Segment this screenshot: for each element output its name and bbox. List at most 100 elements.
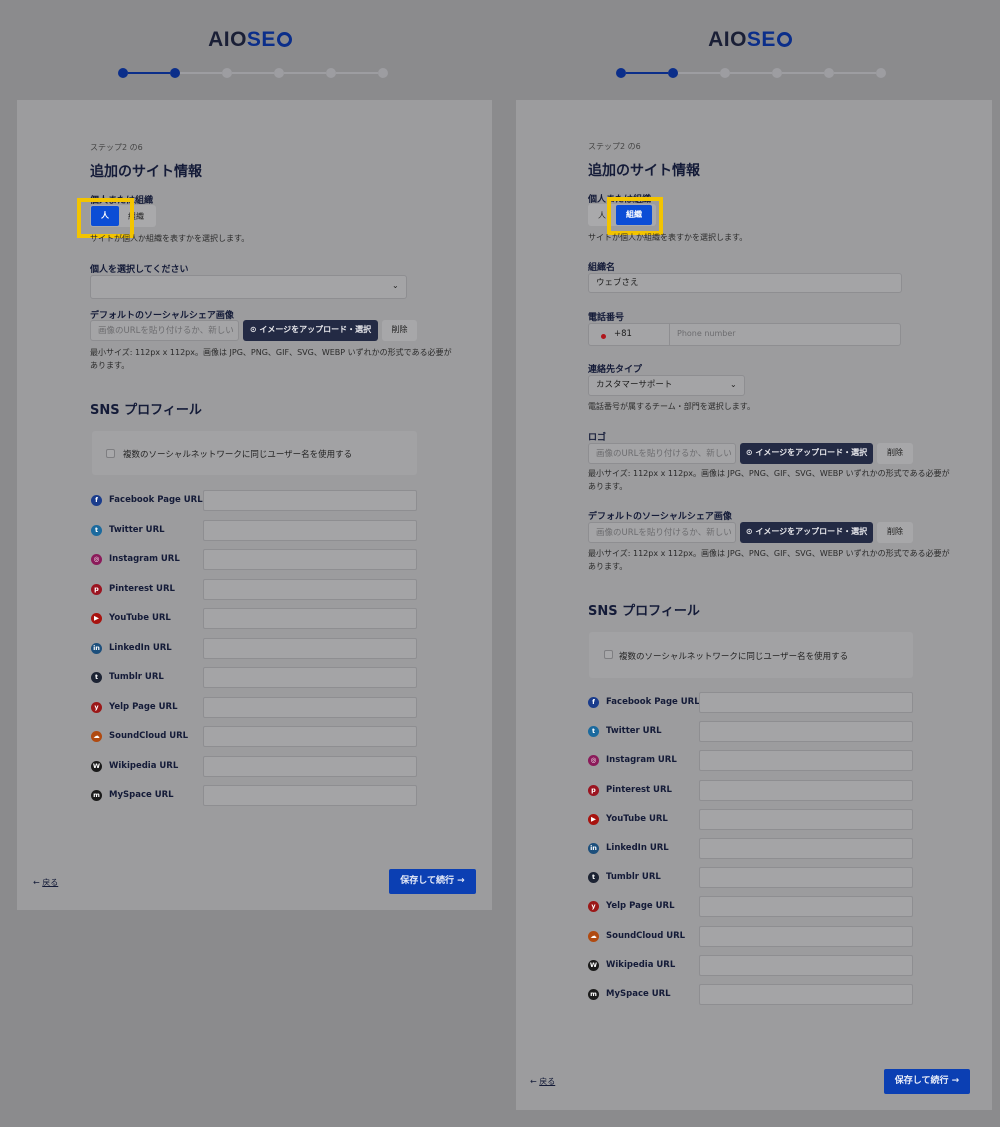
social-row: ◎ Instagram URL [588, 750, 913, 772]
social-url-input[interactable] [203, 490, 417, 511]
instagram-icon: ◎ [91, 554, 102, 565]
social-label: SoundCloud URL [109, 731, 189, 741]
myspace-icon: m [91, 790, 102, 801]
save-continue-button[interactable]: 保存して続行 → [389, 869, 476, 894]
default-social-image-label: デフォルトのソーシャルシェア画像 [588, 512, 732, 522]
upload-logo-button[interactable]: ⊙ イメージをアップロード・選択 [740, 443, 873, 464]
social-label: Tumblr URL [606, 872, 661, 883]
social-url-input[interactable] [203, 785, 417, 806]
delete-logo-button[interactable]: 削除 [877, 443, 913, 464]
social-url-input[interactable] [699, 984, 913, 1005]
social-image-url-input[interactable]: 画像のURLを貼り付けるか、新しい [588, 522, 736, 543]
social-label: Twitter URL [109, 524, 165, 535]
same-username-checkbox[interactable] [604, 650, 613, 659]
social-url-input[interactable] [699, 925, 913, 947]
social-label: Twitter URL [606, 726, 662, 737]
social-image-url-input[interactable]: 画像のURLを貼り付けるか、新しい [90, 320, 239, 341]
social-label: SoundCloud URL [606, 930, 686, 941]
contact-type-hint: 電話番号が属するチーム・部門を選択します。 [588, 402, 755, 411]
social-row: ▶ YouTube URL [91, 608, 417, 629]
aioseo-logo: AIOSE [500, 28, 1000, 52]
social-url-input[interactable] [699, 721, 913, 743]
contact-type-select[interactable]: カスタマーサポート [588, 375, 745, 396]
social-label: YouTube URL [606, 813, 668, 824]
upload-image-button[interactable]: ⊙ イメージをアップロード・選択 [740, 522, 873, 543]
delete-image-button[interactable]: 削除 [382, 320, 417, 341]
social-url-input[interactable] [203, 667, 417, 688]
social-url-input[interactable] [203, 637, 417, 659]
social-url-input[interactable] [203, 549, 417, 570]
org-name-input[interactable]: ウェブさえ [588, 273, 902, 293]
social-url-input[interactable] [203, 519, 417, 541]
same-username-label: 複数のソーシャルネットワークに同じユーザー名を使用する [123, 450, 353, 460]
image-size-hint: 最小サイズ: 112px x 112px。画像は JPG、PNG、GIF、SVG… [90, 348, 452, 370]
wikipedia-icon: W [588, 959, 599, 971]
logo-url-input[interactable]: 画像のURLを貼り付けるか、新しい [588, 443, 736, 464]
pinterest-icon: p [91, 583, 102, 595]
upload-image-button[interactable]: ⊙ イメージをアップロード・選択 [243, 320, 378, 341]
social-url-input[interactable] [203, 755, 417, 777]
social-row: p Pinterest URL [588, 779, 913, 801]
yelp-icon: y [91, 701, 102, 713]
social-url-input[interactable] [699, 954, 913, 976]
social-label: LinkedIn URL [109, 642, 172, 653]
select-person-label: 個人を選択してください [90, 265, 189, 275]
step-label: ステップ2 の6 [90, 143, 143, 152]
tumblr-icon: t [588, 872, 599, 884]
social-url-input[interactable] [699, 808, 913, 830]
social-label: Facebook Page URL [109, 495, 203, 505]
social-url-input[interactable] [699, 692, 913, 713]
social-row: in LinkedIn URL [91, 637, 417, 659]
social-row: m MySpace URL [91, 785, 417, 806]
tumblr-icon: t [91, 672, 102, 683]
social-url-input[interactable] [203, 696, 417, 718]
person-option-label[interactable]: 人 [598, 210, 606, 221]
person-or-org-hint: サイトが個人か組織を表すかを選択します。 [90, 234, 250, 243]
social-url-input[interactable] [699, 867, 913, 889]
youtube-icon: ▶ [91, 613, 102, 624]
facebook-icon: f [91, 495, 102, 506]
save-continue-button[interactable]: 保存して続行 → [884, 1069, 970, 1094]
select-person-dropdown[interactable] [90, 275, 407, 299]
social-url-input[interactable] [203, 726, 417, 747]
social-row: t Tumblr URL [588, 867, 913, 889]
social-url-input[interactable] [699, 896, 913, 918]
back-link[interactable]: ← 戻る [530, 1076, 555, 1087]
social-row: ▶ YouTube URL [588, 808, 913, 830]
yelp-icon: y [588, 901, 599, 913]
linkedin-icon: in [588, 843, 599, 854]
social-url-input[interactable] [203, 578, 417, 600]
logo-label: ロゴ [588, 433, 607, 443]
back-link[interactable]: ← 戻る [33, 877, 58, 888]
soundcloud-icon: ☁ [588, 930, 599, 942]
social-row: W Wikipedia URL [588, 954, 913, 976]
step-label: ステップ2 の6 [588, 142, 641, 151]
phone-input-group [588, 323, 901, 346]
social-label: MySpace URL [109, 790, 174, 800]
delete-image-button[interactable]: 削除 [877, 522, 913, 543]
social-label: MySpace URL [606, 989, 671, 999]
phone-country-code[interactable]: +81 [614, 329, 632, 339]
myspace-icon: m [588, 989, 599, 1000]
social-row: ☁ SoundCloud URL [588, 925, 913, 947]
social-label: Wikipedia URL [109, 760, 179, 771]
chevron-down-icon: ⌄ [730, 380, 737, 389]
social-url-input[interactable] [699, 750, 913, 772]
social-row: t Twitter URL [588, 721, 913, 743]
social-label: Yelp Page URL [109, 701, 178, 712]
logo-size-hint: 最小サイズ: 112px x 112px。画像は JPG、PNG、GIF、SVG… [588, 469, 950, 491]
social-row: p Pinterest URL [91, 578, 417, 600]
social-url-input[interactable] [699, 779, 913, 801]
phone-number-input[interactable]: Phone number [677, 329, 736, 338]
social-url-input[interactable] [699, 838, 913, 859]
image-size-hint: 最小サイズ: 112px x 112px。画像は JPG、PNG、GIF、SVG… [588, 549, 950, 571]
wizard-card: ステップ2 の6 追加のサイト情報 個人または組織 人 組織 サイトが個人か組織… [516, 100, 992, 1110]
page-title: 追加のサイト情報 [588, 163, 700, 179]
social-url-input[interactable] [203, 608, 417, 629]
wikipedia-icon: W [91, 760, 102, 772]
same-username-checkbox[interactable] [106, 449, 115, 458]
social-row: f Facebook Page URL [91, 490, 417, 511]
page-title: 追加のサイト情報 [90, 164, 202, 180]
social-row: f Facebook Page URL [588, 692, 913, 713]
linkedin-icon: in [91, 642, 102, 654]
